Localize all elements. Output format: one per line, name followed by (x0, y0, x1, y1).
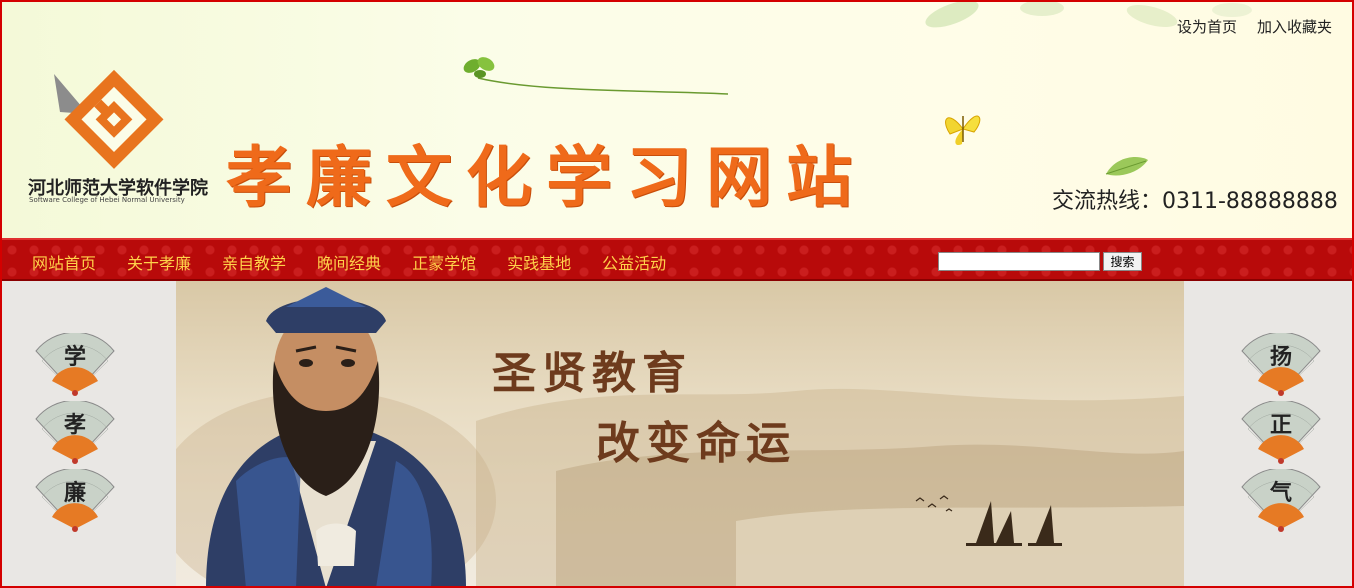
fan-left-3: 廉 (34, 467, 116, 535)
leaf-icon (1105, 156, 1148, 176)
nav-item-practice-base[interactable]: 实践基地 (507, 250, 571, 274)
confucius-figure (176, 287, 496, 586)
fan-right-1: 扬 (1240, 331, 1322, 399)
fan-right-3: 气 (1240, 467, 1322, 535)
search-button[interactable]: 搜索 (1103, 252, 1142, 271)
nav-item-evening-classics[interactable]: 晚间经典 (317, 250, 381, 274)
fan-right-2: 正 (1240, 399, 1322, 467)
header: 设为首页 加入收藏夹 河北师范大学软件学院 Software College o… (2, 2, 1352, 238)
set-home-link[interactable]: 设为首页 (1177, 16, 1237, 37)
fan-left-1: 学 (34, 331, 116, 399)
nav-item-teaching[interactable]: 亲自教学 (222, 250, 286, 274)
hotline: 交流热线：0311-88888888 (1052, 189, 1338, 214)
nav-item-zhengmeng[interactable]: 正蒙学馆 (412, 250, 476, 274)
nav-item-charity[interactable]: 公益活动 (602, 250, 666, 274)
fan-char: 孝 (63, 412, 86, 438)
banner-line-2: 改变命运 (596, 418, 796, 469)
fan-char: 气 (1269, 480, 1292, 506)
banner-line-1: 圣贤教育 (492, 348, 692, 399)
page-frame: 设为首页 加入收藏夹 河北师范大学软件学院 Software College o… (0, 0, 1354, 588)
hero-banner: 圣贤教育 改变命运 (176, 281, 1184, 586)
bookmark-link[interactable]: 加入收藏夹 (1257, 16, 1332, 37)
main-nav: 网站首页 关于孝廉 亲自教学 晚间经典 正蒙学馆 实践基地 公益活动 搜索 (2, 238, 1352, 281)
logo-subtitle: Software College of Hebei Normal Univers… (29, 196, 185, 204)
butterfly-icon (945, 115, 981, 146)
fan-char: 廉 (63, 480, 86, 506)
search-input[interactable] (938, 252, 1100, 271)
nav-item-home[interactable]: 网站首页 (32, 250, 96, 274)
main-area: 学 孝 廉 圣贤教育 改变命运 扬 正 气 (2, 281, 1352, 586)
site-title: 孝廉文化学习网站 (226, 138, 866, 216)
fan-left-2: 孝 (34, 399, 116, 467)
nav-items: 网站首页 关于孝廉 亲自教学 晚间经典 正蒙学馆 实践基地 公益活动 (32, 250, 666, 274)
sprout-icon (463, 57, 729, 95)
nav-item-about[interactable]: 关于孝廉 (127, 250, 191, 274)
top-links: 设为首页 加入收藏夹 (1177, 16, 1332, 37)
fan-char: 扬 (1269, 344, 1292, 370)
fan-char: 正 (1269, 412, 1292, 438)
fan-char: 学 (63, 344, 86, 370)
